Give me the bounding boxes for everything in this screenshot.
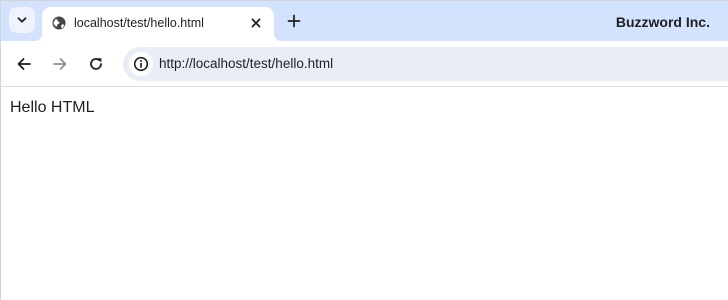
url-text[interactable]: http://localhost/test/hello.html xyxy=(159,56,333,71)
arrow-right-icon xyxy=(53,58,67,70)
globe-icon xyxy=(52,16,66,30)
site-info-button[interactable] xyxy=(129,52,153,76)
page-content: Hello HTML xyxy=(1,88,728,300)
close-tab-button[interactable] xyxy=(247,14,265,32)
tab-search-button[interactable] xyxy=(9,7,35,33)
back-button[interactable] xyxy=(11,51,37,77)
close-icon xyxy=(251,18,261,28)
reload-button[interactable] xyxy=(83,51,109,77)
browser-window: localhost/test/hello.html Buzzword Inc. xyxy=(0,0,728,300)
plus-icon xyxy=(287,14,301,28)
forward-button[interactable] xyxy=(47,51,73,77)
chevron-down-icon xyxy=(17,17,27,23)
reload-icon xyxy=(90,58,102,70)
profile-name[interactable]: Buzzword Inc. xyxy=(616,14,710,30)
address-bar[interactable]: http://localhost/test/hello.html xyxy=(123,47,728,81)
new-tab-button[interactable] xyxy=(283,10,305,32)
toolbar: http://localhost/test/hello.html xyxy=(1,41,728,87)
tab-title: localhost/test/hello.html xyxy=(74,16,204,30)
arrow-left-icon xyxy=(17,58,31,70)
page-text: Hello HTML xyxy=(10,99,95,116)
tab-strip: localhost/test/hello.html Buzzword Inc. xyxy=(1,1,728,41)
active-tab[interactable]: localhost/test/hello.html xyxy=(34,7,282,41)
info-icon xyxy=(133,56,149,72)
